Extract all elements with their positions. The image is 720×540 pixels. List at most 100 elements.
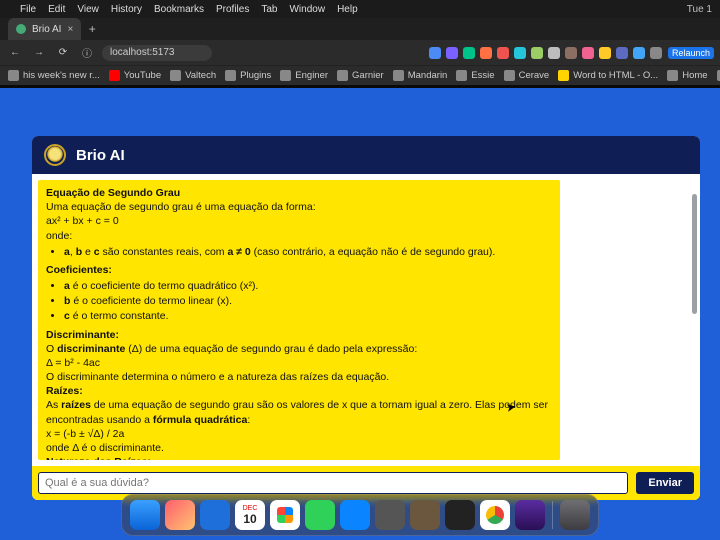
- answer-highlight: Equação de Segundo Grau Uma equação de s…: [38, 180, 560, 460]
- folder-icon: [456, 70, 467, 81]
- equation: Δ = b² - 4ac: [46, 357, 100, 369]
- tab-title: Brio AI: [32, 24, 61, 35]
- list-item: c é o termo constante.: [64, 309, 552, 323]
- dock-separator: [552, 501, 553, 529]
- site-info-icon[interactable]: ⓘ: [78, 44, 96, 62]
- extension-icon[interactable]: [446, 47, 458, 59]
- menu-file[interactable]: File: [20, 4, 36, 15]
- dock-finder[interactable]: [130, 500, 160, 530]
- extension-icon[interactable]: [429, 47, 441, 59]
- browser-toolbar: ← → ⟳ ⓘ localhost:5173 Relaunch: [0, 40, 720, 65]
- dock-messages[interactable]: [305, 500, 335, 530]
- bookmark-label: Mandarin: [408, 70, 448, 81]
- menubar-right: Tue 1: [603, 4, 712, 15]
- bookmark-item[interactable]: Home: [667, 70, 707, 81]
- extension-icon[interactable]: [582, 47, 594, 59]
- dock-appstore[interactable]: [340, 500, 370, 530]
- bookmark-item[interactable]: Valtech: [170, 70, 216, 81]
- bookmark-label: Garnier: [352, 70, 384, 81]
- menubar-left: File Edit View History Bookmarks Profile…: [8, 4, 358, 15]
- bookmark-item[interactable]: Word to HTML - O...: [558, 70, 658, 81]
- heading: Coeficientes:: [46, 264, 112, 276]
- equation: ax² + bx + c = 0: [46, 215, 119, 227]
- macos-menubar: File Edit View History Bookmarks Profile…: [0, 0, 720, 18]
- back-button[interactable]: ←: [6, 44, 24, 62]
- content-area: Equação de Segundo Grau Uma equação de s…: [32, 174, 700, 466]
- menu-edit[interactable]: Edit: [48, 4, 65, 15]
- extension-icon[interactable]: [514, 47, 526, 59]
- folder-icon: [337, 70, 348, 81]
- page-viewport: Brio AI Equação de Segundo Grau Uma equa…: [0, 88, 720, 540]
- bookmark-label: YouTube: [124, 70, 161, 81]
- send-button[interactable]: Enviar: [636, 472, 694, 494]
- reload-button[interactable]: ⟳: [54, 44, 72, 62]
- folder-icon: [393, 70, 404, 81]
- extension-icon[interactable]: [548, 47, 560, 59]
- relaunch-button[interactable]: Relaunch: [668, 47, 714, 59]
- extension-icon[interactable]: [497, 47, 509, 59]
- youtube-icon: [109, 70, 120, 81]
- menu-help[interactable]: Help: [337, 4, 358, 15]
- text: onde:: [46, 230, 72, 242]
- dock-chrome[interactable]: [480, 500, 510, 530]
- question-input[interactable]: [38, 472, 628, 494]
- menu-window[interactable]: Window: [289, 4, 325, 15]
- dock-vscode[interactable]: [200, 500, 230, 530]
- forward-button[interactable]: →: [30, 44, 48, 62]
- scrollbar-thumb[interactable]: [692, 194, 697, 314]
- bookmark-label: Plugins: [240, 70, 271, 81]
- text: O discriminante (Δ) de uma equação de se…: [46, 343, 417, 355]
- bookmark-item[interactable]: his week's new r...: [8, 70, 100, 81]
- menu-profiles[interactable]: Profiles: [216, 4, 249, 15]
- macos-dock: DEC10: [121, 494, 599, 536]
- dock-settings[interactable]: [375, 500, 405, 530]
- bookmark-item[interactable]: YouTube: [109, 70, 161, 81]
- extension-icon[interactable]: [531, 47, 543, 59]
- app-header: Brio AI: [32, 136, 700, 174]
- cal-month: DEC: [243, 505, 258, 512]
- app-logo-icon: [44, 144, 66, 166]
- dock-launchpad[interactable]: [165, 500, 195, 530]
- app-card: Brio AI Equação de Segundo Grau Uma equa…: [32, 136, 700, 500]
- new-tab-button[interactable]: +: [81, 18, 103, 40]
- bookmark-item[interactable]: Enginer: [280, 70, 328, 81]
- dock-calendar[interactable]: DEC10: [235, 500, 265, 530]
- dock-gimp[interactable]: [410, 500, 440, 530]
- equation: x = (-b ± √Δ) / 2a: [46, 428, 124, 440]
- tab-favicon-icon: [16, 24, 26, 34]
- page-icon: [558, 70, 569, 81]
- extension-icon[interactable]: [463, 47, 475, 59]
- bookmark-item[interactable]: Checker: [717, 70, 720, 81]
- extension-icon[interactable]: [616, 47, 628, 59]
- list-item: a, b e c são constantes reais, com a ≠ 0…: [64, 245, 552, 259]
- bookmark-item[interactable]: Essie: [456, 70, 494, 81]
- bookmarks-bar: his week's new r... YouTube Valtech Plug…: [0, 65, 720, 85]
- extension-icon[interactable]: [480, 47, 492, 59]
- bookmark-label: Cerave: [519, 70, 550, 81]
- browser-tabstrip: Brio AI × +: [0, 18, 720, 40]
- bookmark-item[interactable]: Plugins: [225, 70, 271, 81]
- heading: Equação de Segundo Grau: [46, 187, 180, 199]
- folder-icon: [280, 70, 291, 81]
- dock-reminders[interactable]: [270, 500, 300, 530]
- menu-tab[interactable]: Tab: [261, 4, 277, 15]
- tab-close-icon[interactable]: ×: [67, 24, 73, 35]
- bookmark-item[interactable]: Garnier: [337, 70, 384, 81]
- dock-trash[interactable]: [560, 500, 590, 530]
- extension-icon[interactable]: [565, 47, 577, 59]
- profile-icon[interactable]: [650, 47, 662, 59]
- extension-icon[interactable]: [599, 47, 611, 59]
- address-bar[interactable]: localhost:5173: [102, 45, 212, 61]
- bookmark-item[interactable]: Cerave: [504, 70, 550, 81]
- menu-bookmarks[interactable]: Bookmarks: [154, 4, 204, 15]
- menu-view[interactable]: View: [77, 4, 99, 15]
- dock-finalcut[interactable]: [515, 500, 545, 530]
- browser-tab[interactable]: Brio AI ×: [8, 18, 81, 40]
- menu-history[interactable]: History: [111, 4, 142, 15]
- extension-icons: [429, 47, 662, 59]
- dock-terminal[interactable]: [445, 500, 475, 530]
- bookmark-item[interactable]: Mandarin: [393, 70, 448, 81]
- download-icon[interactable]: [633, 47, 645, 59]
- app-title: Brio AI: [76, 147, 125, 164]
- menubar-clock[interactable]: Tue 1: [687, 4, 712, 15]
